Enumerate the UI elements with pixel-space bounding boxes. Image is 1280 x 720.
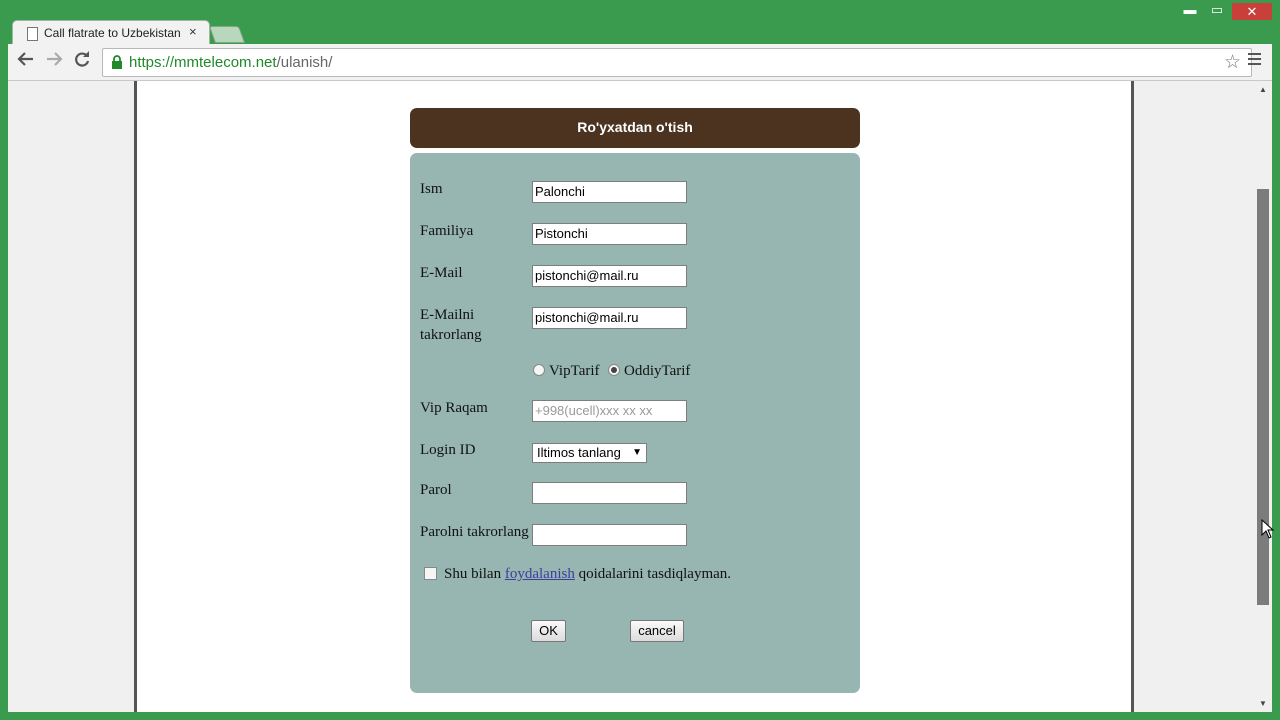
oddiytarif-label: OddiyTarif	[624, 363, 691, 379]
email-input[interactable]: pistonchi@mail.ru	[532, 265, 687, 287]
ism-input[interactable]: Palonchi	[532, 181, 687, 203]
menu-icon[interactable]	[1248, 53, 1261, 68]
terms-text: Shu bilan foydalanish qoidalarini tasdiq…	[444, 566, 731, 583]
page-viewport: Ro'yxatdan o'tish Ism Palonchi Familiya …	[8, 81, 1255, 712]
parol-input[interactable]	[532, 482, 687, 504]
vertical-scrollbar[interactable]: ▲ ▼	[1255, 81, 1272, 712]
scroll-up-icon[interactable]: ▲	[1259, 85, 1267, 94]
parol-label: Parol	[420, 482, 452, 498]
cancel-button[interactable]: cancel	[630, 620, 684, 642]
scroll-thumb[interactable]	[1257, 189, 1269, 605]
tab-active[interactable]: Call flatrate to Uzbekistan ×	[12, 20, 210, 47]
new-tab-button[interactable]	[208, 26, 246, 43]
vip-raqam-input[interactable]: +998(ucell)xxx xx xx	[532, 400, 687, 422]
terms-checkbox[interactable]	[424, 567, 437, 580]
minimize-button[interactable]: ▬	[1182, 2, 1198, 17]
familiya-input[interactable]: Pistonchi	[532, 223, 687, 245]
form-title: Ro'yxatdan o'tish	[410, 108, 860, 148]
parol-repeat-input[interactable]	[532, 524, 687, 546]
familiya-label: Familiya	[420, 223, 474, 239]
document-icon	[27, 27, 38, 41]
email-label: E-Mail	[420, 265, 463, 281]
address-bar[interactable]: https://mmtelecom.net/ulanish/ ☆	[102, 48, 1252, 77]
ok-button[interactable]: OK	[531, 620, 566, 642]
back-icon[interactable]	[14, 51, 38, 72]
vip-raqam-label: Vip Raqam	[420, 400, 488, 416]
viptarif-label: VipTarif	[549, 363, 600, 379]
maximize-button[interactable]: ▭	[1208, 2, 1226, 18]
login-id-select[interactable]: Iltimos tanlang ▼	[532, 443, 647, 463]
star-icon[interactable]: ☆	[1224, 51, 1241, 74]
tab-close-icon[interactable]: ×	[189, 24, 197, 39]
login-id-label: Login ID	[420, 442, 476, 458]
forward-icon[interactable]	[42, 51, 66, 72]
lock-icon	[111, 54, 123, 70]
login-id-selected: Iltimos tanlang	[537, 445, 621, 460]
terms-suffix: qoidalarini tasdiqlayman.	[578, 566, 732, 582]
registration-form: Ism Palonchi Familiya Pistonchi E-Mail p…	[410, 153, 860, 693]
page-content: Ro'yxatdan o'tish Ism Palonchi Familiya …	[134, 81, 1134, 712]
url-text: https://mmtelecom.net/ulanish/	[129, 54, 333, 71]
terms-link[interactable]: foydalanish	[505, 566, 575, 582]
scroll-down-icon[interactable]: ▼	[1259, 699, 1267, 708]
window-titlebar: Call flatrate to Uzbekistan × ▬ ▭ ✕	[0, 0, 1280, 47]
mouse-cursor-icon	[1261, 519, 1275, 539]
email-repeat-label: E-Mailni takrorlang	[420, 307, 482, 343]
oddiytarif-radio[interactable]	[608, 364, 620, 376]
parol-repeat-label: Parolni takrorlang	[420, 524, 529, 540]
reload-icon[interactable]	[70, 51, 94, 74]
dropdown-arrow-icon: ▼	[632, 447, 642, 458]
close-window-button[interactable]: ✕	[1232, 3, 1272, 20]
email-repeat-input[interactable]: pistonchi@mail.ru	[532, 307, 687, 329]
ism-label: Ism	[420, 181, 443, 197]
browser-toolbar: https://mmtelecom.net/ulanish/ ☆	[8, 44, 1272, 81]
terms-prefix: Shu bilan	[444, 566, 502, 582]
tab-title: Call flatrate to Uzbekistan	[44, 26, 181, 40]
viptarif-radio[interactable]	[533, 364, 545, 376]
